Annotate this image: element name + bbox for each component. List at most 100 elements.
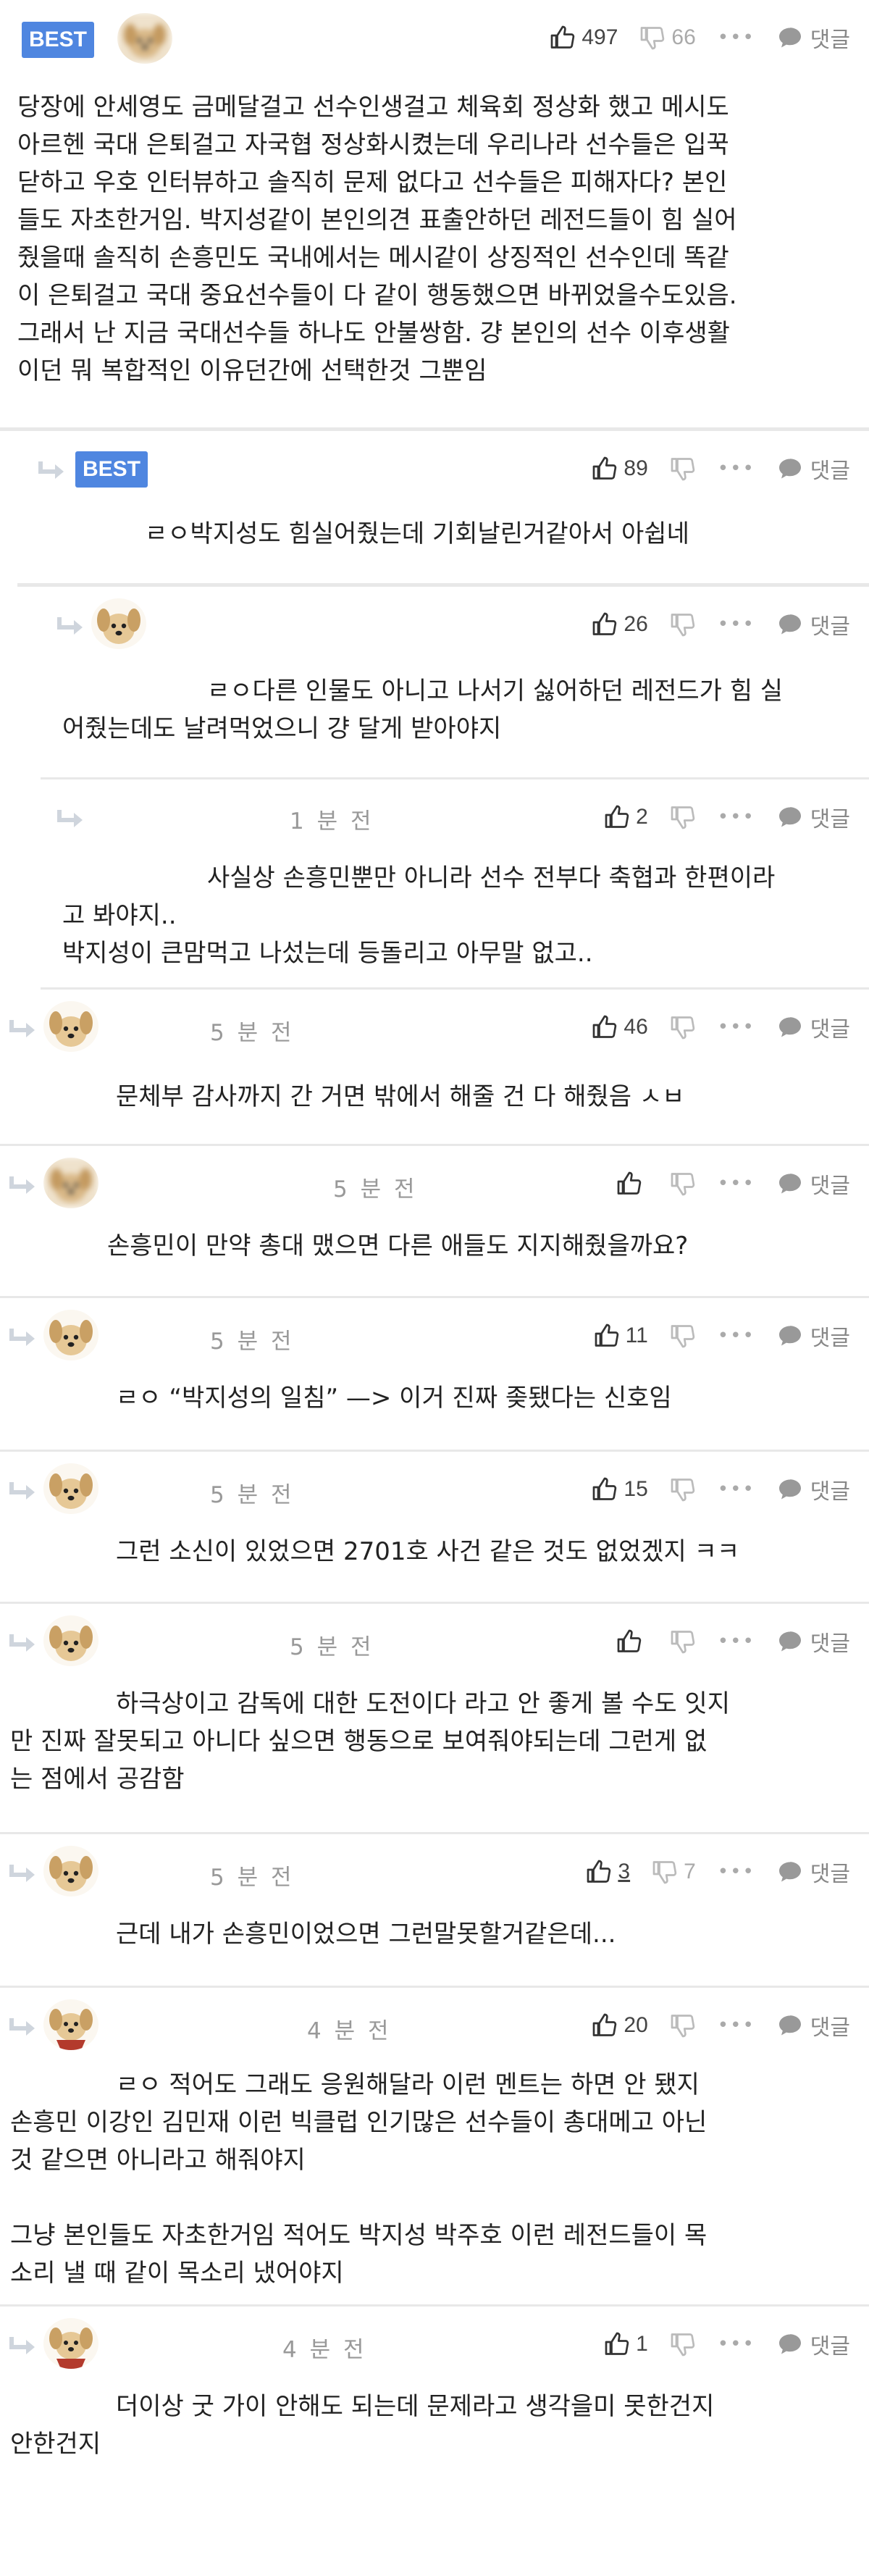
- more-button[interactable]: •••: [718, 1861, 755, 1883]
- avatar[interactable]: [43, 1310, 98, 1360]
- timestamp: 4 분 전: [282, 2337, 367, 2363]
- upvote-button[interactable]: 11: [594, 1323, 648, 1349]
- thumbs-down-icon: [670, 804, 696, 830]
- upvote-button[interactable]: 15: [592, 1476, 648, 1502]
- downvote-button[interactable]: [670, 1628, 696, 1655]
- downvote-button[interactable]: [670, 611, 696, 637]
- thumbs-up-icon: [616, 1171, 642, 1197]
- reply-button[interactable]: 댓글: [777, 1320, 850, 1352]
- reply-arrow-icon: [7, 1631, 39, 1656]
- upvote-button[interactable]: 2: [604, 804, 648, 830]
- reply-button[interactable]: 댓글: [777, 22, 850, 54]
- reply-button[interactable]: 댓글: [777, 1011, 850, 1043]
- reply-arrow-icon: [7, 1174, 39, 1198]
- avatar[interactable]: [117, 13, 172, 64]
- reply-label: 댓글: [810, 1174, 850, 1199]
- more-button[interactable]: •••: [718, 1479, 755, 1500]
- upvote-button[interactable]: 20: [592, 2012, 648, 2038]
- avatar[interactable]: [43, 2318, 98, 2369]
- more-button[interactable]: •••: [718, 2333, 755, 2355]
- more-button[interactable]: •••: [718, 1173, 755, 1195]
- more-button[interactable]: •••: [718, 1016, 755, 1038]
- reply-button[interactable]: 댓글: [777, 2328, 850, 2360]
- comment-item: 1 분 전 2 ••• 댓글 사실상 손흥민뿐만 아니라 선수 전부다 축협과 …: [41, 779, 869, 990]
- reply-button[interactable]: 댓글: [777, 1168, 850, 1200]
- thumbs-up-icon: [586, 1859, 612, 1885]
- downvote-button[interactable]: [670, 456, 696, 482]
- timestamp: 5 분 전: [210, 1482, 295, 1508]
- downvote-button[interactable]: [670, 2012, 696, 2038]
- avatar[interactable]: [43, 1463, 98, 1514]
- downvote-button[interactable]: 66: [639, 25, 696, 51]
- upvote-count: 46: [624, 1015, 648, 1039]
- reply-button[interactable]: 댓글: [777, 609, 850, 640]
- comment-actions: ••• 댓글: [595, 1626, 850, 1657]
- downvote-count: 7: [684, 1860, 696, 1883]
- downvote-button[interactable]: [670, 804, 696, 830]
- upvote-button[interactable]: 497: [550, 25, 618, 51]
- downvote-button[interactable]: [670, 1014, 696, 1040]
- comment-text: 근데 내가 손흥민이었으면 그런말못할거같은데...: [116, 1920, 616, 1949]
- thumbs-down-icon: [670, 1014, 696, 1040]
- reply-label: 댓글: [810, 1017, 850, 1042]
- downvote-button[interactable]: [670, 1323, 696, 1349]
- more-button[interactable]: •••: [718, 2015, 755, 2036]
- comment-item: 5 분 전 3 7 ••• 댓글 근데 내가 손흥민이었으면 그런말못할거같은데…: [0, 1834, 869, 1988]
- speech-bubble-icon: [777, 1014, 803, 1040]
- reply-button[interactable]: 댓글: [777, 453, 850, 485]
- downvote-button[interactable]: [670, 2331, 696, 2357]
- upvote-button[interactable]: [616, 1628, 648, 1655]
- more-button[interactable]: •••: [718, 806, 755, 828]
- more-button[interactable]: •••: [718, 1631, 755, 1652]
- reply-arrow-icon: [55, 614, 87, 639]
- reply-button[interactable]: 댓글: [777, 801, 850, 833]
- upvote-count: 89: [624, 456, 648, 480]
- upvote-button[interactable]: 1: [604, 2331, 648, 2357]
- upvote-button[interactable]: [616, 1171, 648, 1197]
- comment-text: 하극상이고 감독에 대한 도전이다 라고 안 좋게 볼 수도 잇지 만 진짜 잘…: [10, 1689, 730, 1794]
- downvote-button[interactable]: 7: [652, 1859, 696, 1885]
- avatar[interactable]: [43, 1001, 98, 1052]
- thumbs-up-icon: [604, 804, 630, 830]
- reply-button[interactable]: 댓글: [777, 2010, 850, 2041]
- comment-actions: 89 ••• 댓글: [570, 453, 850, 485]
- thumbs-down-icon: [670, 2331, 696, 2357]
- avatar[interactable]: [91, 598, 146, 649]
- upvote-count: 1: [636, 2332, 648, 2356]
- comment-actions: 2 ••• 댓글: [582, 801, 850, 833]
- downvote-button[interactable]: [670, 1171, 696, 1197]
- more-button[interactable]: •••: [718, 458, 755, 480]
- upvote-button[interactable]: 3: [586, 1859, 630, 1885]
- comment-item: 5 분 전 ••• 댓글 손흥민이 만약 총대 맸으면 다른 애들도 지지해줬을…: [0, 1146, 869, 1298]
- reply-button[interactable]: 댓글: [777, 1856, 850, 1888]
- speech-bubble-icon: [777, 611, 803, 637]
- avatar[interactable]: [43, 1158, 98, 1208]
- reply-label: 댓글: [810, 2015, 850, 2041]
- comment-item: 5 분 전 ••• 댓글 하극상이고 감독에 대한 도전이다 라고 안 좋게 볼…: [0, 1604, 869, 1834]
- upvote-button[interactable]: 26: [592, 611, 648, 637]
- upvote-button[interactable]: 46: [592, 1014, 648, 1040]
- comment-item: BEST 497 66 ••• 댓글 당장에 안세영도 금메달걸고 선수인생걸고…: [0, 0, 869, 431]
- avatar[interactable]: [43, 1846, 98, 1897]
- comment-text: ㄹㅇ다른 인물도 아니고 나서기 싫어하던 레전드가 힘 실 어줬는데도 날려먹…: [62, 677, 784, 743]
- thumbs-up-icon: [550, 25, 576, 51]
- thumbs-up-icon: [592, 2012, 618, 2038]
- reply-arrow-icon: [7, 2334, 39, 2359]
- comment-actions: 3 7 ••• 댓글: [564, 1856, 850, 1888]
- reply-button[interactable]: 댓글: [777, 1626, 850, 1657]
- more-button[interactable]: •••: [718, 614, 755, 635]
- comment-actions: 26 ••• 댓글: [570, 609, 850, 640]
- speech-bubble-icon: [777, 1476, 803, 1502]
- more-button[interactable]: •••: [718, 1325, 755, 1347]
- comment-actions: ••• 댓글: [595, 1168, 850, 1200]
- downvote-button[interactable]: [670, 1476, 696, 1502]
- comment-actions: 20 ••• 댓글: [570, 2010, 850, 2041]
- comment-text: 그런 소신이 있었으면 2701호 사건 같은 것도 없었겠지 ㅋㅋ: [116, 1537, 740, 1566]
- upvote-button[interactable]: 89: [592, 456, 648, 482]
- avatar[interactable]: [43, 1999, 98, 2050]
- thumbs-down-icon: [670, 2012, 696, 2038]
- more-button[interactable]: •••: [718, 27, 755, 49]
- avatar[interactable]: [43, 1615, 98, 1666]
- reply-button[interactable]: 댓글: [777, 1473, 850, 1505]
- comment-text: ㄹㅇ박지성도 힘실어줬는데 기회날린거같아서 아쉽네: [145, 519, 689, 548]
